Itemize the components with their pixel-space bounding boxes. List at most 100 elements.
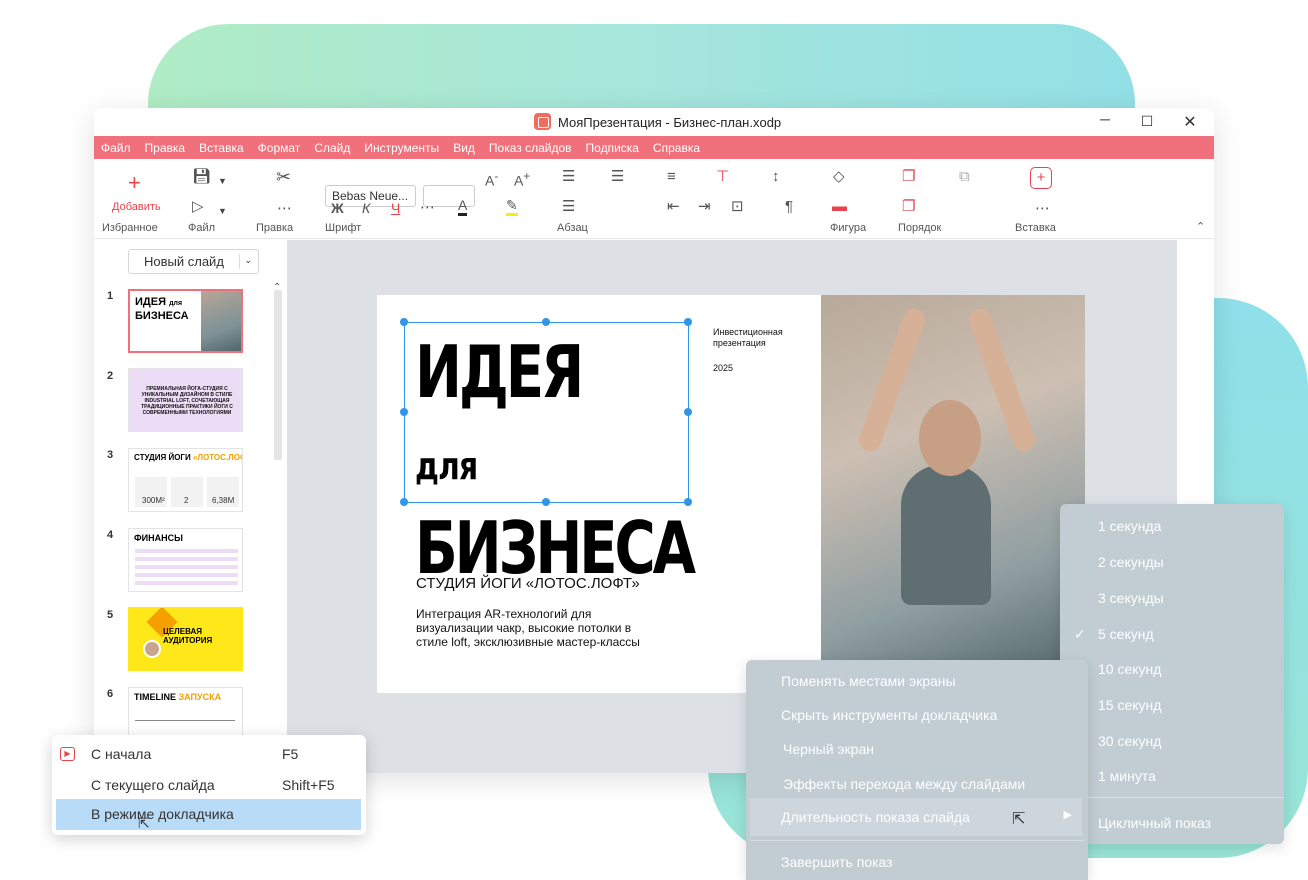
menu-edit[interactable]: Правка	[145, 141, 186, 155]
duration-30s[interactable]: 30 секунд	[1060, 733, 1284, 749]
font-color-icon[interactable]: A	[458, 197, 468, 216]
scroll-up-icon[interactable]: ⌃	[273, 280, 281, 296]
fill-icon[interactable]: ◇	[833, 169, 845, 185]
bold-button[interactable]: Ж	[331, 200, 344, 216]
play-dropdown-icon[interactable]: ▼	[218, 203, 227, 219]
save-icon[interactable]: 💾︎	[192, 169, 211, 185]
insert-icon[interactable]: +	[1030, 167, 1052, 189]
play-icon: ▶	[60, 747, 75, 761]
resize-handle[interactable]	[400, 408, 408, 416]
from-current-item[interactable]: С текущего слайда Shift+F5	[52, 770, 366, 800]
slide-number: 1	[107, 290, 114, 302]
more-insert-icon[interactable]: ⋯	[1035, 201, 1050, 217]
play-icon[interactable]: ▷	[192, 199, 204, 215]
outline-icon[interactable]: ▬	[832, 199, 847, 215]
resize-handle[interactable]	[400, 318, 408, 326]
menu-subscription[interactable]: Подписка	[586, 141, 639, 155]
underline-button[interactable]: Ч	[391, 200, 400, 216]
from-current-shortcut: Shift+F5	[282, 777, 335, 793]
transition-effects-item[interactable]: Эффекты перехода между слайдами	[746, 776, 1088, 792]
margins-icon[interactable]: ⊡	[731, 199, 744, 215]
slide-thumb-4[interactable]: ФИНАНСЫ	[128, 528, 243, 592]
swap-screens-item[interactable]: Поменять местами экраны	[746, 673, 1088, 689]
panel-scrollbar[interactable]	[274, 290, 282, 460]
minimize-icon[interactable]: ─	[1095, 111, 1115, 127]
group-label-edit: Правка	[256, 222, 294, 234]
avatar	[143, 640, 161, 658]
new-slide-button[interactable]: Новый слайд ⌄	[128, 249, 259, 274]
save-dropdown-icon[interactable]: ▼	[218, 173, 227, 189]
menu-view[interactable]: Вид	[453, 141, 475, 155]
slide-thumb-5[interactable]: ЦЕЛЕВАЯ АУДИТОРИЯ	[128, 607, 243, 671]
duration-2s[interactable]: 2 секунды	[1060, 554, 1284, 570]
slide-editor[interactable]: ИДЕЯ для БИЗНЕСА Инвестиционная презентац…	[377, 295, 1085, 693]
resize-handle[interactable]	[542, 498, 550, 506]
slideshow-start-menu: ▶ С начала F5 С текущего слайда Shift+F5…	[52, 735, 366, 835]
resize-handle[interactable]	[684, 498, 692, 506]
duration-15s[interactable]: 15 секунд	[1060, 697, 1284, 713]
decrease-font-icon[interactable]: A-	[485, 169, 498, 189]
menu-slide[interactable]: Слайд	[314, 141, 350, 155]
resize-handle[interactable]	[400, 498, 408, 506]
presenter-mode-item[interactable]: В режиме докладчика ⇱	[56, 799, 361, 831]
ribbon-toolbar: + Добавить 💾︎ ▼ ▷ ▼ ✂ ⋯ Bebas Neue... A-…	[94, 159, 1214, 239]
slide-thumb-2[interactable]: ПРЕМИАЛЬНАЯ ЙОГА-СТУДИЯ С УНИКАЛЬНЫМ ДИЗ…	[128, 368, 243, 432]
multilevel-list-icon[interactable]: ☰	[562, 199, 575, 215]
thumb3-value: 2	[184, 496, 189, 505]
from-start-item[interactable]: ▶ С начала F5	[52, 739, 366, 769]
collapse-ribbon-icon[interactable]: ⌃	[1196, 219, 1205, 235]
maximize-icon[interactable]: ☐	[1137, 113, 1157, 130]
line-spacing-icon[interactable]: ↕	[772, 169, 780, 185]
menu-help[interactable]: Справка	[653, 141, 700, 155]
bullet-list-icon[interactable]: ☰	[562, 169, 575, 185]
valign-top-icon[interactable]: ⊤	[716, 169, 729, 185]
group-icon[interactable]: ⧉	[959, 169, 970, 185]
align-left-icon[interactable]: ≡	[667, 169, 676, 185]
end-show-item[interactable]: Завершить показ	[746, 854, 1088, 870]
more-font-icon[interactable]: ⋯	[420, 200, 435, 216]
menu-divider	[1088, 797, 1284, 798]
send-backward-icon[interactable]: ❐	[902, 199, 915, 215]
duration-1m[interactable]: 1 минута	[1060, 768, 1284, 784]
duration-3s[interactable]: 3 секунды	[1060, 590, 1284, 606]
italic-button[interactable]: К	[362, 200, 370, 216]
slide-subtitle: Инвестиционная презентация	[713, 327, 783, 348]
title-bar: МояПрезентация - Бизнес-план.xodp ─ ☐ ✕	[94, 108, 1214, 136]
menu-tools[interactable]: Инструменты	[364, 141, 439, 155]
thumb3-value: 6,38М	[212, 496, 235, 505]
resize-handle[interactable]	[684, 318, 692, 326]
thumb4-table	[135, 549, 238, 587]
resize-handle[interactable]	[542, 318, 550, 326]
thumb3-title: СТУДИЯ ЙОГИ «ЛОТОС.ЛОФТ»	[134, 453, 242, 462]
slide-thumb-3[interactable]: СТУДИЯ ЙОГИ «ЛОТОС.ЛОФТ» 300М² 2 6,38М	[128, 448, 243, 512]
duration-1s[interactable]: 1 секунда	[1060, 518, 1284, 534]
duration-10s[interactable]: 10 секунд	[1060, 661, 1284, 677]
resize-handle[interactable]	[684, 408, 692, 416]
hide-presenter-tools-item[interactable]: Скрыть инструменты докладчика	[746, 707, 1088, 723]
slide-duration-item[interactable]: Длительность показа слайда ▶ ⇱	[750, 798, 1082, 836]
add-button[interactable]: Добавить	[112, 201, 161, 213]
paragraph-mark-icon[interactable]: ¶	[785, 199, 793, 215]
menu-insert[interactable]: Вставка	[199, 141, 244, 155]
duration-5s[interactable]: ✓ 5 секунд	[1060, 626, 1284, 643]
numbered-list-icon[interactable]: ☰	[611, 169, 624, 185]
indent-icon[interactable]: ⇥	[698, 199, 711, 215]
close-icon[interactable]: ✕	[1180, 112, 1200, 132]
add-icon[interactable]: +	[128, 172, 141, 194]
outdent-icon[interactable]: ⇤	[667, 199, 680, 215]
selection-box[interactable]	[404, 322, 689, 503]
scissors-icon[interactable]: ✂	[276, 168, 291, 186]
increase-font-icon[interactable]: A+	[514, 169, 530, 189]
black-screen-item[interactable]: Черный экран	[746, 741, 1088, 757]
menu-file[interactable]: Файл	[101, 141, 131, 155]
menu-format[interactable]: Формат	[258, 141, 301, 155]
highlight-icon[interactable]: ✎	[506, 197, 518, 216]
menu-slideshow[interactable]: Показ слайдов	[489, 141, 572, 155]
thumb1-photo	[201, 291, 241, 351]
chevron-down-icon[interactable]: ⌄	[244, 255, 252, 266]
from-start-label: С начала	[91, 746, 152, 762]
loop-show[interactable]: Цикличный показ	[1060, 815, 1284, 831]
bring-forward-icon[interactable]: ❐	[902, 169, 915, 185]
more-edit-icon[interactable]: ⋯	[277, 201, 292, 217]
slide-thumb-1[interactable]: ИДЕЯ для БИЗНЕСА	[128, 289, 243, 353]
